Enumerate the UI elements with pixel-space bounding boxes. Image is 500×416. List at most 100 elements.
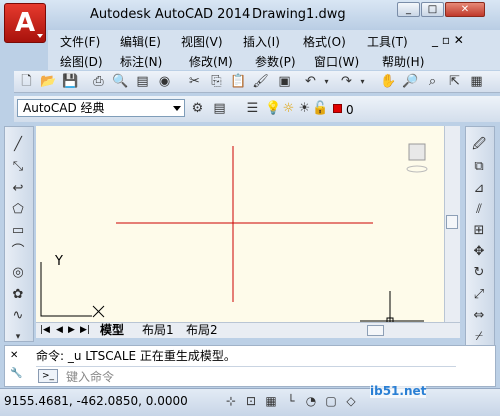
- tab-model[interactable]: 模型: [100, 324, 124, 337]
- menu-help[interactable]: 帮助(H): [382, 53, 424, 70]
- match-properties-icon[interactable]: 🖌: [252, 73, 269, 90]
- document-title: Drawing1.dwg: [252, 7, 346, 22]
- tab-prev-icon[interactable]: ◀: [56, 324, 63, 337]
- workspace-menu-icon[interactable]: ▤: [211, 100, 228, 117]
- save-icon[interactable]: 💾: [62, 73, 79, 90]
- coordinate-display[interactable]: 9155.4681, -462.0850, 0.0000: [4, 394, 188, 408]
- infer-constraints-icon[interactable]: ⊹: [222, 392, 240, 410]
- menu-view[interactable]: 视图(V): [181, 33, 223, 50]
- tab-layout1[interactable]: 布局1: [142, 324, 174, 337]
- layer-name[interactable]: 0: [346, 103, 354, 117]
- publish-icon[interactable]: ▤: [134, 73, 151, 90]
- zoom-realtime-icon[interactable]: 🔎: [402, 73, 419, 90]
- stretch-icon[interactable]: ⇔: [470, 307, 488, 325]
- move-icon[interactable]: ✥: [470, 243, 488, 261]
- layer-viewport-freeze-icon[interactable]: ☀: [296, 100, 313, 117]
- copy-icon[interactable]: ⎘: [208, 73, 225, 90]
- redo-dropdown-icon[interactable]: ▾: [354, 73, 371, 90]
- copy-object-icon[interactable]: ⧉: [470, 158, 488, 176]
- zoom-window-icon[interactable]: ⌕: [424, 73, 441, 90]
- snap-mode-icon[interactable]: ⊡: [242, 392, 260, 410]
- trim-icon[interactable]: ⌿: [470, 328, 488, 346]
- line-icon[interactable]: ╱: [9, 136, 27, 154]
- minimize-button[interactable]: _: [397, 2, 420, 17]
- doc-window-controls[interactable]: _ ▫ ✕: [432, 33, 464, 47]
- menu-parametric[interactable]: 参数(P): [255, 53, 296, 70]
- menu-tools[interactable]: 工具(T): [367, 33, 408, 50]
- chevron-down-icon: [173, 106, 181, 111]
- menu-draw[interactable]: 绘图(D): [60, 53, 103, 70]
- vertical-scroll-thumb[interactable]: [446, 215, 458, 229]
- workspace-select[interactable]: AutoCAD 经典: [17, 99, 185, 117]
- grid-icon[interactable]: ▦: [262, 392, 280, 410]
- menu-edit[interactable]: 编辑(E): [120, 33, 161, 50]
- arc-icon[interactable]: ⌒: [9, 243, 27, 261]
- construction-line-icon[interactable]: ⤡: [9, 158, 27, 176]
- command-history: 命令: _u LTSCALE 正在重生成模型。: [36, 349, 236, 363]
- osnap-icon[interactable]: ▢: [322, 392, 340, 410]
- menu-insert[interactable]: 插入(I): [243, 33, 280, 50]
- ucs-axes: [40, 262, 92, 317]
- polygon-icon[interactable]: ⬠: [9, 201, 27, 219]
- menu-modify[interactable]: 修改(M): [189, 53, 233, 70]
- autocad-logo-icon: A: [14, 8, 36, 38]
- undo-dropdown-icon[interactable]: ▾: [318, 73, 335, 90]
- 3d-dwf-icon[interactable]: ◉: [156, 73, 173, 90]
- mirror-icon[interactable]: ⊿: [470, 180, 488, 198]
- chevron-down-icon: [37, 34, 43, 38]
- polyline-icon[interactable]: ↩: [9, 180, 27, 198]
- watermark: ib51.net: [370, 384, 427, 398]
- print-icon[interactable]: ⎙: [90, 73, 107, 90]
- layer-freeze-sun-icon[interactable]: ☼: [280, 100, 297, 117]
- horizontal-scroll-thumb[interactable]: [367, 325, 384, 336]
- print-preview-icon[interactable]: 🔍: [112, 73, 129, 90]
- rectangle-icon[interactable]: ▭: [9, 222, 27, 240]
- pan-icon[interactable]: ✋: [380, 73, 397, 90]
- close-button[interactable]: ✕: [445, 2, 485, 17]
- command-prompt-icon[interactable]: >_: [38, 369, 58, 383]
- tab-first-icon[interactable]: |◀: [40, 324, 50, 337]
- maximize-button[interactable]: □: [421, 2, 444, 17]
- redo-icon[interactable]: ↷: [338, 73, 355, 90]
- menu-file[interactable]: 文件(F): [60, 33, 100, 50]
- array-icon[interactable]: ⊞: [470, 222, 488, 240]
- new-file-icon[interactable]: 🗋: [18, 73, 35, 90]
- paste-icon[interactable]: 📋: [230, 73, 247, 90]
- application-menu-button[interactable]: A: [4, 3, 46, 43]
- close-command-icon[interactable]: ✕: [10, 350, 18, 361]
- menu-window[interactable]: 窗口(W): [314, 53, 359, 70]
- properties-icon[interactable]: ▦: [468, 73, 485, 90]
- toolbar-scroll-down-icon[interactable]: ▾: [9, 328, 27, 346]
- rotate-icon[interactable]: ↻: [470, 264, 488, 282]
- model-space-svg: [40, 143, 428, 326]
- viewcube[interactable]: [408, 143, 426, 161]
- layer-color-swatch[interactable]: [333, 104, 342, 113]
- spline-icon[interactable]: ∿: [9, 307, 27, 325]
- menu-format[interactable]: 格式(O): [303, 33, 346, 50]
- tab-next-icon[interactable]: ▶: [68, 324, 75, 337]
- tab-layout2[interactable]: 布局2: [186, 324, 218, 337]
- layer-properties-icon[interactable]: ☰: [244, 100, 261, 117]
- workspace-select-value: AutoCAD 经典: [23, 101, 105, 115]
- erase-icon[interactable]: 🖉: [470, 136, 488, 154]
- 3d-osnap-icon[interactable]: ◇: [342, 392, 360, 410]
- viewcube-compass: [406, 165, 428, 173]
- command-settings-icon[interactable]: 🔧: [10, 368, 22, 379]
- tab-last-icon[interactable]: ▶|: [80, 324, 90, 337]
- circle-icon[interactable]: ◎: [9, 264, 27, 282]
- cut-icon[interactable]: ✂: [186, 73, 203, 90]
- zoom-previous-icon[interactable]: ⇱: [446, 73, 463, 90]
- open-file-icon[interactable]: 📂: [40, 73, 57, 90]
- block-editor-icon[interactable]: ▣: [276, 73, 293, 90]
- offset-icon[interactable]: ⫽: [470, 201, 488, 219]
- revision-cloud-icon[interactable]: ✿: [9, 286, 27, 304]
- workspace-settings-icon[interactable]: ⚙: [189, 100, 206, 117]
- ortho-icon[interactable]: └: [282, 392, 300, 410]
- menu-dimension[interactable]: 标注(N): [120, 53, 162, 70]
- polar-icon[interactable]: ◔: [302, 392, 320, 410]
- undo-icon[interactable]: ↶: [302, 73, 319, 90]
- app-title: Autodesk AutoCAD 2014: [90, 7, 251, 22]
- drawing-canvas[interactable]: [36, 126, 444, 326]
- layer-lock-icon[interactable]: 🔓: [312, 100, 329, 117]
- scale-icon[interactable]: ⤢: [470, 286, 488, 304]
